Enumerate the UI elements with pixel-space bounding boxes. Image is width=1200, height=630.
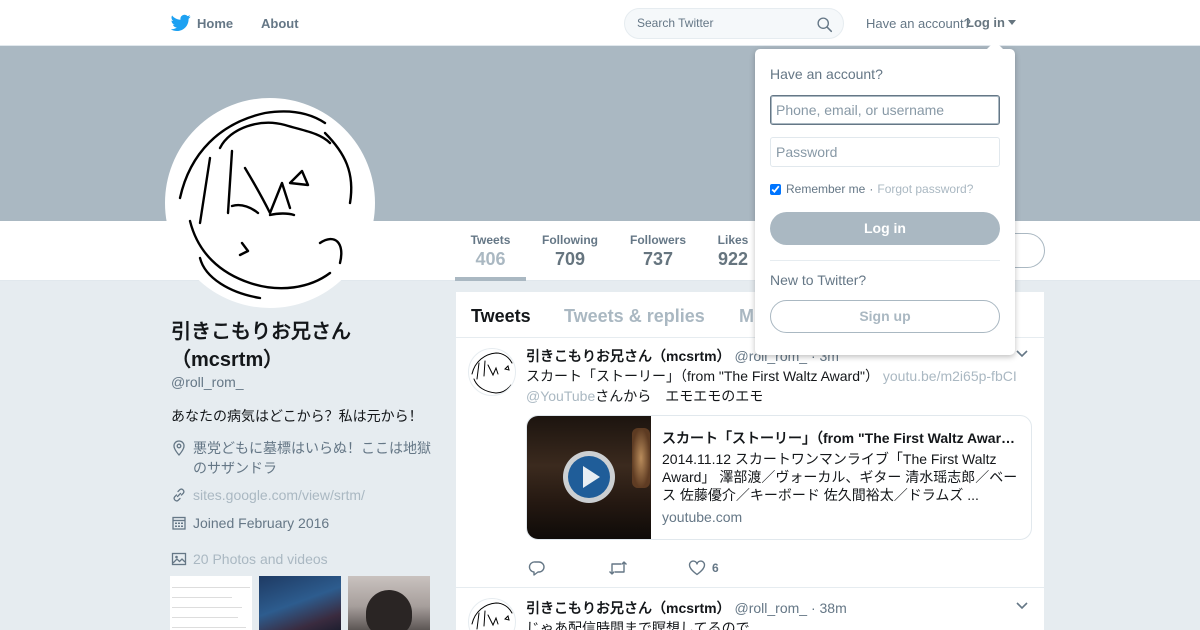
thumbnail-text-lines: [170, 576, 252, 630]
photo-thumbnail-2[interactable]: [259, 576, 341, 630]
tweet-author-name[interactable]: 引きこもりお兄さん（mcsrtm）: [526, 600, 731, 616]
card-domain: youtube.com: [662, 509, 743, 525]
photos-videos-link[interactable]: 20 Photos and videos: [171, 549, 328, 569]
avatar-drawing: [178, 110, 353, 300]
profile-joined: Joined February 2016: [171, 513, 329, 533]
tweet-link[interactable]: youtu.be/m2i65p-fbCI: [883, 368, 1017, 384]
stat-value: 406: [475, 249, 506, 269]
location-pin-icon: [173, 440, 185, 456]
nav-about-link[interactable]: About: [261, 16, 299, 31]
tweet[interactable]: 引きこもりお兄さん（mcsrtm） @roll_rom_ · 38m じゃあ配信…: [456, 588, 1044, 630]
tweet-actions: 6: [528, 559, 828, 579]
tweet-timestamp[interactable]: · 38m: [811, 600, 847, 616]
tweet-mention[interactable]: @YouTube: [526, 388, 595, 404]
profile-url-text[interactable]: sites.google.com/view/srtm/: [193, 485, 365, 505]
like-count: 6: [712, 561, 719, 575]
signup-button[interactable]: Sign up: [770, 300, 1000, 333]
have-account-text: Have an account?: [866, 16, 971, 31]
tweet-text-main: スカート「ストーリー」（from "The First Waltz Award"…: [526, 368, 879, 384]
chevron-down-icon[interactable]: [1016, 350, 1028, 358]
retweet-icon: [609, 561, 627, 575]
profile-joined-text: Joined February 2016: [193, 515, 330, 531]
tweet-text-rest: さんから エモエモのエモ: [595, 388, 764, 404]
dropdown-arrow: [987, 41, 1003, 49]
new-to-twitter-text: New to Twitter?: [770, 272, 867, 288]
login-dropdown: Have an account? Remember me · Forgot pa…: [755, 41, 1015, 355]
search-icon[interactable]: [816, 16, 833, 33]
profile-bio: あなたの病気はどこから？私は元から！: [171, 408, 423, 424]
stat-label: Followers: [629, 233, 686, 247]
photo-icon: [171, 552, 187, 566]
play-icon[interactable]: [561, 449, 617, 505]
remember-row: Remember me · Forgot password?: [770, 182, 973, 196]
calendar-icon: [172, 516, 186, 530]
reply-button[interactable]: [528, 559, 546, 577]
stat-label: Tweets: [470, 233, 511, 247]
login-dropdown-title: Have an account?: [770, 66, 883, 82]
link-icon: [173, 488, 185, 502]
tweet-avatar-drawing: [471, 602, 513, 630]
photos-videos-text[interactable]: 20 Photos and videos: [193, 549, 328, 569]
forgot-password-link[interactable]: Forgot password?: [877, 182, 973, 196]
tweet-header: 引きこもりお兄さん（mcsrtm） @roll_rom_ · 38m: [526, 598, 847, 618]
tweet-avatar-drawing: [471, 352, 513, 394]
tweet-author-name[interactable]: 引きこもりお兄さん（mcsrtm）: [526, 348, 731, 364]
profile-name: 引きこもりお兄さん（mcsrtm）: [171, 321, 351, 371]
heart-icon: [688, 560, 706, 576]
search-box[interactable]: [624, 8, 844, 39]
tab-media[interactable]: M: [739, 306, 754, 327]
login-button[interactable]: Log in: [770, 212, 1000, 245]
tweet-avatar[interactable]: [468, 348, 516, 396]
search-input[interactable]: [637, 16, 807, 30]
profile-location-text: 悪党どもに墓標はいらぬ！ここは地獄のサザンドラ: [193, 440, 431, 476]
profile-handle[interactable]: @roll_rom_: [171, 374, 244, 390]
like-button[interactable]: 6: [688, 559, 719, 577]
login-link-label: Log in: [966, 15, 1005, 30]
tweet-author-handle[interactable]: @roll_rom_: [734, 600, 807, 616]
remember-me-checkbox[interactable]: [770, 183, 781, 195]
link-card[interactable]: スカート「ストーリー」（from "The First Waltz Award"…: [526, 415, 1032, 540]
stat-value: 709: [554, 249, 586, 269]
login-dropdown-toggle[interactable]: Log in: [966, 15, 1016, 30]
divider: [770, 260, 1000, 261]
password-field[interactable]: [770, 137, 1000, 167]
stat-tweets[interactable]: Tweets 406: [455, 233, 526, 281]
stat-likes[interactable]: Likes 922: [714, 233, 752, 270]
username-field[interactable]: [770, 95, 1000, 125]
separator-dot: ·: [869, 182, 874, 196]
chevron-down-icon[interactable]: [1016, 602, 1028, 610]
tweet-avatar[interactable]: [468, 598, 516, 630]
card-title[interactable]: スカート「ストーリー」（from "The First Waltz Award"…: [662, 428, 1022, 448]
stat-following[interactable]: Following 709: [539, 233, 601, 270]
thumbnail-figure: [366, 590, 412, 630]
stage-light: [632, 428, 650, 488]
photo-thumbnail-3[interactable]: [348, 576, 430, 630]
card-video-thumbnail[interactable]: [527, 416, 651, 539]
tweet-text: じゃあ配信時間まで瞑想してるので: [526, 620, 750, 630]
stat-label: Following: [542, 233, 598, 247]
caret-down-icon: [1008, 20, 1016, 25]
retweet-button[interactable]: [608, 559, 628, 577]
stat-value: 922: [717, 249, 749, 269]
remember-me-label[interactable]: Remember me: [786, 182, 865, 196]
stat-label: Likes: [717, 233, 749, 247]
reply-icon: [528, 561, 545, 576]
tab-tweets[interactable]: Tweets: [471, 306, 531, 327]
profile-avatar[interactable]: [165, 98, 375, 308]
stat-value: 737: [642, 249, 674, 269]
tweet-text: スカート「ストーリー」（from "The First Waltz Award"…: [526, 366, 1031, 406]
tweet[interactable]: 引きこもりお兄さん（mcsrtm） @roll_rom_ · 3m スカート「ス…: [456, 338, 1044, 588]
top-nav: Home About Have an account? Log in: [0, 0, 1200, 46]
twitter-bird-icon[interactable]: [171, 14, 191, 32]
photo-thumbnail-1[interactable]: [170, 576, 252, 630]
tab-tweets-replies[interactable]: Tweets & replies: [564, 306, 705, 327]
stat-followers[interactable]: Followers 737: [627, 233, 689, 270]
profile-url[interactable]: sites.google.com/view/srtm/: [171, 485, 365, 505]
profile-location: 悪党どもに墓標はいらぬ！ここは地獄のサザンドラ: [171, 438, 441, 478]
card-description: 2014.11.12 スカートワンマンライブ「The First Waltz A…: [662, 451, 1018, 503]
nav-home-link[interactable]: Home: [197, 16, 233, 31]
